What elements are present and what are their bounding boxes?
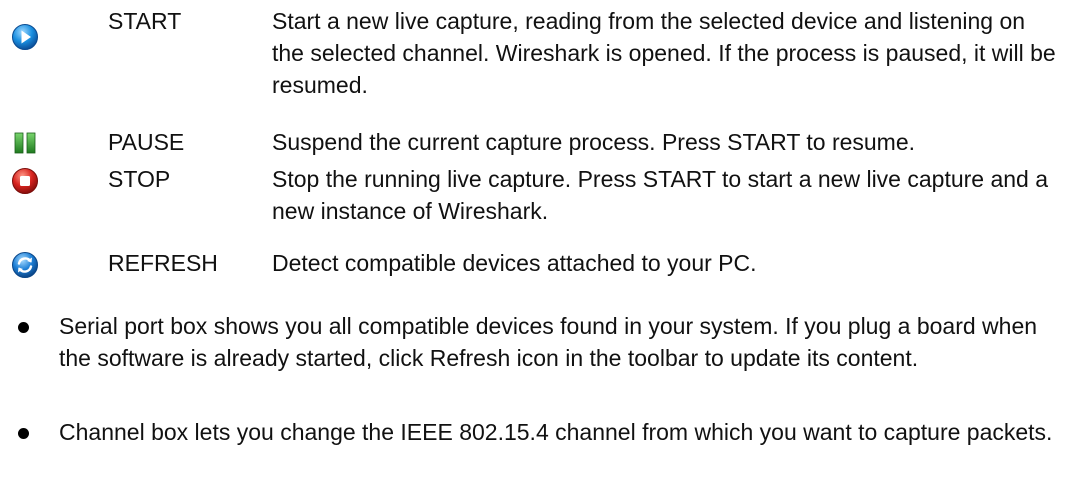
tool-name-refresh: REFRESH: [108, 250, 218, 276]
refresh-icon: [11, 251, 39, 279]
tool-description-stop: Stop the running live capture. Press STA…: [272, 166, 1049, 224]
play-icon: [11, 23, 39, 51]
tool-description-start: Start a new live capture, reading from t…: [272, 8, 1056, 98]
stop-icon: [11, 167, 39, 195]
tool-name-stop: STOP: [108, 166, 171, 192]
toolbar-reference: START Start a new live capture, reading …: [0, 0, 1081, 495]
tool-description-pause: Suspend the current capture process. Pre…: [272, 129, 916, 155]
bullet-text: Channel box lets you change the IEEE 802…: [59, 419, 1053, 445]
tool-description-refresh: Detect compatible devices attached to yo…: [272, 250, 757, 276]
pause-icon: [11, 129, 39, 157]
bullet-icon: [18, 322, 29, 333]
bullet-text: Serial port box shows you all compatible…: [59, 313, 1038, 371]
bullet-icon: [18, 428, 29, 439]
tool-name-pause: PAUSE: [108, 129, 185, 155]
tool-name-start: START: [108, 8, 182, 34]
